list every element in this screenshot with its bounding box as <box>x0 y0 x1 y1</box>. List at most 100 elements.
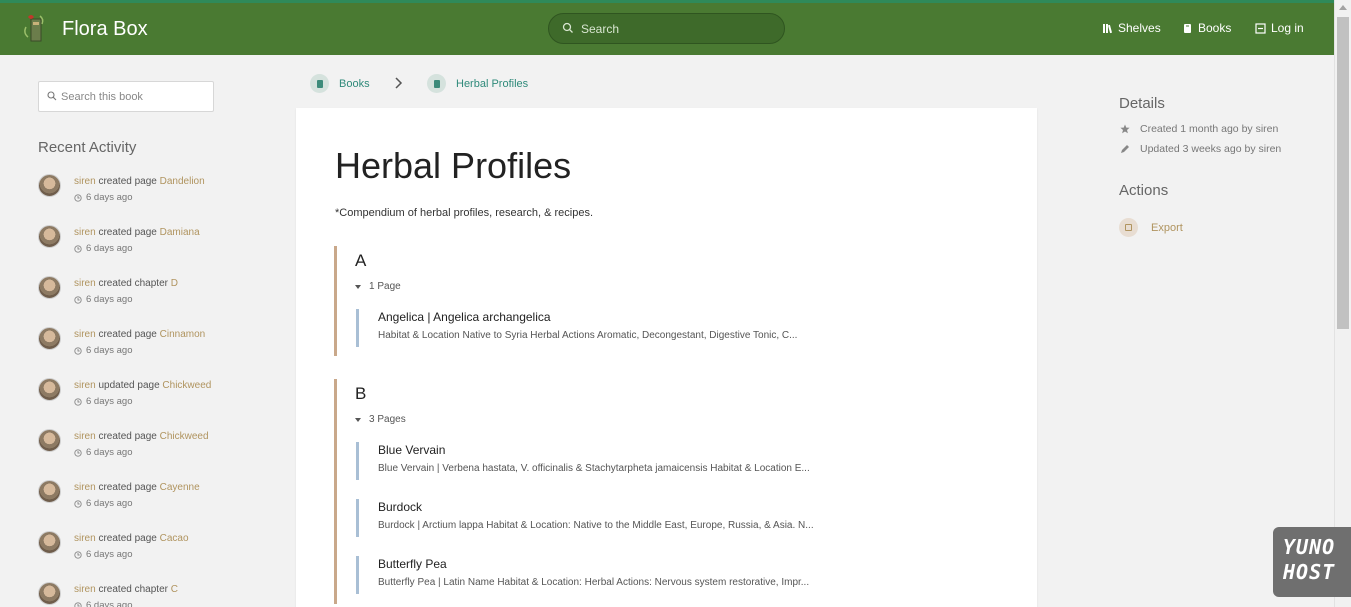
avatar[interactable] <box>38 276 61 299</box>
activity-action: created page <box>98 533 157 544</box>
page-excerpt: Habitat & Location Native to Syria Herba… <box>378 330 798 341</box>
export-icon <box>1119 218 1138 237</box>
activity-time: 6 days ago <box>74 192 132 203</box>
activity-entity-link[interactable]: Cinnamon <box>160 329 206 340</box>
pencil-icon <box>1121 145 1129 153</box>
shelves-icon <box>1103 23 1113 33</box>
avatar[interactable] <box>38 582 61 605</box>
activity-action: created page <box>98 329 157 340</box>
activity-user-link[interactable]: siren <box>74 278 96 289</box>
chapter-page-toggle[interactable]: 1 Page <box>355 281 401 292</box>
activity-user-link[interactable]: siren <box>74 329 96 340</box>
page-title-link[interactable]: Burdock <box>378 500 422 514</box>
activity-time-label: 6 days ago <box>86 345 133 356</box>
activity-action: created page <box>98 482 157 493</box>
activity-time: 6 days ago <box>74 498 132 509</box>
activity-entity-link[interactable]: Chickweed <box>160 431 209 442</box>
page-title-link[interactable]: Butterfly Pea <box>378 557 447 571</box>
scrollbar-thumb[interactable] <box>1337 17 1349 329</box>
scroll-up-arrow-icon[interactable] <box>1339 5 1347 10</box>
activity-text: siren created chapter C <box>74 584 178 595</box>
activity-time: 6 days ago <box>74 294 132 305</box>
activity-user-link[interactable]: siren <box>74 227 96 238</box>
chapter-title[interactable]: A <box>355 251 366 271</box>
page-title-link[interactable]: Blue Vervain <box>378 443 445 457</box>
chevron-right-icon <box>395 77 403 89</box>
activity-text: siren created page Damiana <box>74 227 200 238</box>
activity-text: siren created page Dandelion <box>74 176 205 187</box>
export-button[interactable]: Export <box>1119 218 1183 237</box>
yunohost-logo-line1: YUNO <box>1283 535 1336 559</box>
activity-entity-link[interactable]: Dandelion <box>160 176 205 187</box>
nav-books-link[interactable]: Books <box>1182 21 1231 35</box>
activity-action: updated page <box>98 380 160 391</box>
search-icon <box>562 22 573 33</box>
nav-shelves-link[interactable]: Shelves <box>1102 21 1161 35</box>
clock-icon <box>74 499 82 508</box>
activity-user-link[interactable]: siren <box>74 431 96 442</box>
created-text: Created 1 month ago by siren <box>1140 123 1279 135</box>
avatar[interactable] <box>38 378 61 401</box>
activity-user-link[interactable]: siren <box>74 482 96 493</box>
clock-icon <box>74 550 82 559</box>
book-search-input[interactable]: Search this book <box>38 81 214 112</box>
page-item-burdock[interactable]: Burdock Burdock | Arctium lappa Habitat … <box>356 499 846 537</box>
breadcrumb-current-label: Herbal Profiles <box>456 77 529 90</box>
activity-time: 6 days ago <box>74 243 132 254</box>
breadcrumb-current-book[interactable]: Herbal Profiles <box>427 74 528 93</box>
activity-entity-link[interactable]: D <box>171 278 178 289</box>
recent-activity-heading: Recent Activity <box>38 139 137 156</box>
activity-entity-link[interactable]: Damiana <box>160 227 200 238</box>
activity-time: 6 days ago <box>74 396 132 407</box>
activity-user-link[interactable]: siren <box>74 533 96 544</box>
activity-text: siren created page Cinnamon <box>74 329 205 340</box>
chapter-b[interactable]: B 3 Pages Blue Vervain Blue Vervain | Ve… <box>334 379 854 604</box>
page-item-butterfly-pea[interactable]: Butterfly Pea Butterfly Pea | Latin Name… <box>356 556 846 594</box>
activity-user-link[interactable]: siren <box>74 584 96 595</box>
brand-name[interactable]: Flora Box <box>62 18 148 41</box>
page-scrollbar[interactable] <box>1334 0 1351 607</box>
global-search-input[interactable]: Search <box>548 13 785 44</box>
book-description: *Compendium of herbal profiles, research… <box>335 207 594 219</box>
nav-login-link[interactable]: Log in <box>1255 21 1304 35</box>
activity-time-label: 6 days ago <box>86 498 133 509</box>
chapter-title[interactable]: B <box>355 384 366 404</box>
avatar[interactable] <box>38 480 61 503</box>
activity-action: created page <box>98 176 157 187</box>
page-title: Herbal Profiles <box>335 145 572 186</box>
yunohost-badge[interactable]: YUNO HOST <box>1273 527 1351 597</box>
avatar[interactable] <box>38 327 61 350</box>
clock-icon <box>74 295 82 304</box>
activity-action: created chapter <box>98 584 168 595</box>
avatar[interactable] <box>38 429 61 452</box>
avatar[interactable] <box>38 174 61 197</box>
breadcrumb-books-label: Books <box>339 77 370 90</box>
chapter-a[interactable]: A 1 Page Angelica | Angelica archangelic… <box>334 246 854 356</box>
activity-time-label: 6 days ago <box>86 192 133 203</box>
page-item-blue-vervain[interactable]: Blue Vervain Blue Vervain | Verbena hast… <box>356 442 846 480</box>
breadcrumb-books[interactable]: Books <box>310 74 370 93</box>
activity-time-label: 6 days ago <box>86 549 133 560</box>
book-icon <box>310 74 329 93</box>
avatar[interactable] <box>38 531 61 554</box>
page-title-link[interactable]: Angelica | Angelica archangelica <box>378 310 551 324</box>
activity-time: 6 days ago <box>74 447 132 458</box>
star-icon <box>1120 124 1130 134</box>
chapter-page-toggle[interactable]: 3 Pages <box>355 414 406 425</box>
export-label: Export <box>1151 221 1183 234</box>
chapter-page-count: 3 Pages <box>369 414 406 425</box>
actions-heading: Actions <box>1119 182 1169 199</box>
activity-user-link[interactable]: siren <box>74 380 96 391</box>
page-item-angelica[interactable]: Angelica | Angelica archangelica Habitat… <box>356 309 846 347</box>
activity-user-link[interactable]: siren <box>74 176 96 187</box>
avatar[interactable] <box>38 225 61 248</box>
flora-box-logo-icon[interactable] <box>22 13 50 45</box>
activity-entity-link[interactable]: Cacao <box>160 533 189 544</box>
activity-action: created page <box>98 227 157 238</box>
activity-entity-link[interactable]: C <box>171 584 178 595</box>
clock-icon <box>74 244 82 253</box>
activity-entity-link[interactable]: Cayenne <box>160 482 200 493</box>
activity-entity-link[interactable]: Chickweed <box>162 380 211 391</box>
activity-time: 6 days ago <box>74 345 132 356</box>
global-search-placeholder: Search <box>581 22 620 36</box>
